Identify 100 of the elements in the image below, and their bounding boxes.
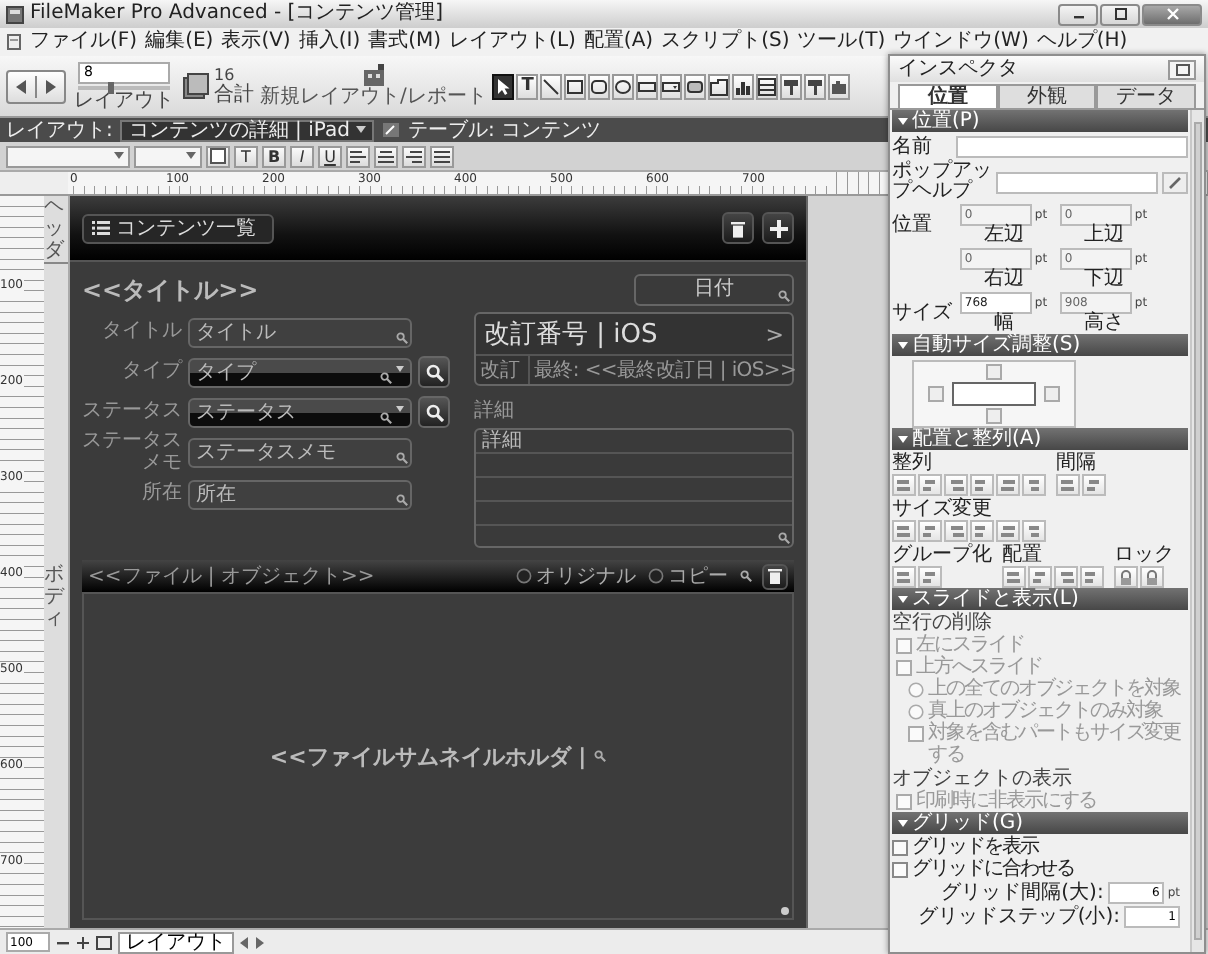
- arrange-button[interactable]: [1140, 566, 1164, 588]
- tool-button[interactable]: [780, 73, 803, 99]
- style-button[interactable]: U: [318, 145, 342, 167]
- slider-thumb[interactable]: [108, 81, 115, 93]
- text-button[interactable]: T: [234, 145, 258, 167]
- menu-item[interactable]: スクリプト(S): [661, 30, 790, 54]
- arrange-button[interactable]: [1022, 474, 1046, 496]
- new-layout-button[interactable]: 新規レイアウト/レポート: [260, 64, 487, 108]
- part-label[interactable]: ボディ: [44, 563, 64, 629]
- anchor-checkbox[interactable]: [1044, 386, 1060, 402]
- arrange-button[interactable]: [1002, 566, 1026, 588]
- align-button[interactable]: [402, 145, 426, 167]
- mode-button[interactable]: レイアウト: [118, 931, 234, 953]
- scrollbar[interactable]: [1190, 110, 1204, 952]
- menu-item[interactable]: レイアウト(L): [449, 30, 576, 54]
- arrange-button[interactable]: [918, 566, 942, 588]
- arrows-icon[interactable]: [240, 935, 264, 949]
- container-field[interactable]: <<ファイルサムネイルホルダ |: [82, 592, 794, 920]
- layout-dropdown[interactable]: コンテンツの詳細 | iPad: [120, 119, 374, 141]
- arrange-button[interactable]: [970, 520, 994, 542]
- tool-button[interactable]: [588, 73, 611, 99]
- search-button[interactable]: [418, 356, 450, 388]
- style-button[interactable]: B: [262, 145, 286, 167]
- pencil-icon[interactable]: [381, 122, 400, 138]
- tool-button[interactable]: [540, 73, 563, 99]
- search-button[interactable]: [418, 396, 450, 428]
- inspector-tab[interactable]: 外観: [997, 84, 1097, 108]
- dropdown-field[interactable]: ステータス: [188, 397, 412, 427]
- tool-button[interactable]: [636, 73, 659, 99]
- anchor-checkbox[interactable]: [928, 386, 944, 402]
- arrange-button[interactable]: [1114, 566, 1138, 588]
- menu-item[interactable]: ツール(T): [797, 30, 886, 54]
- arrange-button[interactable]: [918, 474, 942, 496]
- align-button[interactable]: [430, 145, 454, 167]
- arrange-button[interactable]: [1082, 474, 1106, 496]
- tool-button[interactable]: [828, 73, 851, 99]
- add-button[interactable]: [762, 212, 794, 244]
- align-button[interactable]: [374, 145, 398, 167]
- tool-button[interactable]: [612, 73, 635, 99]
- menu-item[interactable]: 表示(V): [221, 30, 291, 54]
- checkbox[interactable]: [892, 861, 908, 877]
- menu-item[interactable]: 配置(A): [583, 30, 654, 54]
- window-icon[interactable]: [96, 935, 112, 949]
- zoom-in-icon[interactable]: [76, 935, 90, 949]
- part-label[interactable]: ヘッダ: [44, 196, 64, 262]
- arrange-button[interactable]: [996, 520, 1020, 542]
- maximize-button[interactable]: [1100, 3, 1140, 25]
- revision-panel[interactable]: 改訂番号 | iOS > 改訂 最終: <<最終改訂日 | iOS>>: [474, 312, 794, 386]
- tooltip-field[interactable]: [996, 171, 1158, 193]
- inspector-tab[interactable]: データ: [1096, 84, 1197, 108]
- detail-field[interactable]: 詳細: [474, 428, 794, 548]
- tool-button[interactable]: [732, 73, 755, 99]
- text-field[interactable]: タイトル: [188, 317, 412, 347]
- arrange-button[interactable]: [1080, 566, 1104, 588]
- arrange-button[interactable]: [892, 520, 916, 542]
- tool-button[interactable]: [804, 73, 827, 99]
- section-header[interactable]: グリッド(G): [892, 812, 1188, 834]
- arrange-button[interactable]: [892, 566, 916, 588]
- delete-button[interactable]: [722, 212, 754, 244]
- edit-button[interactable]: [1162, 171, 1188, 193]
- name-field[interactable]: [956, 136, 1188, 158]
- style-button[interactable]: I: [290, 145, 314, 167]
- arrange-button[interactable]: [1056, 474, 1080, 496]
- resize-handle-icon[interactable]: [780, 906, 790, 916]
- tool-button[interactable]: [660, 73, 683, 99]
- fill-button[interactable]: [206, 145, 230, 167]
- tool-button[interactable]: [756, 73, 779, 99]
- text-field[interactable]: 所在: [188, 479, 412, 509]
- tool-button[interactable]: [564, 73, 587, 99]
- tool-button[interactable]: [492, 73, 515, 99]
- delete-button[interactable]: [762, 563, 788, 589]
- anchor-checkbox[interactable]: [986, 364, 1002, 380]
- arrange-button[interactable]: [970, 474, 994, 496]
- arrange-button[interactable]: [944, 520, 968, 542]
- close-button[interactable]: [1142, 3, 1202, 25]
- arrange-button[interactable]: [1028, 566, 1052, 588]
- tool-button[interactable]: [684, 73, 707, 99]
- document-icon[interactable]: [6, 34, 22, 50]
- dropdown-field[interactable]: タイプ: [188, 357, 412, 387]
- section-header[interactable]: 位置(P): [892, 110, 1188, 132]
- menu-item[interactable]: ファイル(F): [30, 30, 138, 54]
- text-tool-button[interactable]: T: [516, 73, 539, 99]
- menu-item[interactable]: 挿入(I): [298, 30, 361, 54]
- menu-item[interactable]: ウインドウ(W): [893, 30, 1029, 54]
- menu-item[interactable]: 編集(E): [145, 30, 214, 54]
- font-dropdown[interactable]: [6, 145, 130, 167]
- arrange-button[interactable]: [892, 474, 916, 496]
- arrange-button[interactable]: [918, 520, 942, 542]
- menu-item[interactable]: 書式(M): [368, 30, 442, 54]
- align-button[interactable]: [346, 145, 370, 167]
- date-field[interactable]: 日付: [634, 274, 794, 306]
- radio-button[interactable]: [516, 568, 532, 584]
- arrange-button[interactable]: [996, 474, 1020, 496]
- section-header[interactable]: 配置と整列(A): [892, 428, 1188, 450]
- minimize-button[interactable]: [1058, 3, 1098, 25]
- inspector-tab[interactable]: 位置: [898, 84, 998, 108]
- text-field[interactable]: ステータスメモ: [188, 438, 412, 468]
- list-button[interactable]: コンテンツ一覧: [82, 213, 274, 243]
- anchor-checkbox[interactable]: [986, 408, 1002, 424]
- tool-button[interactable]: [708, 73, 731, 99]
